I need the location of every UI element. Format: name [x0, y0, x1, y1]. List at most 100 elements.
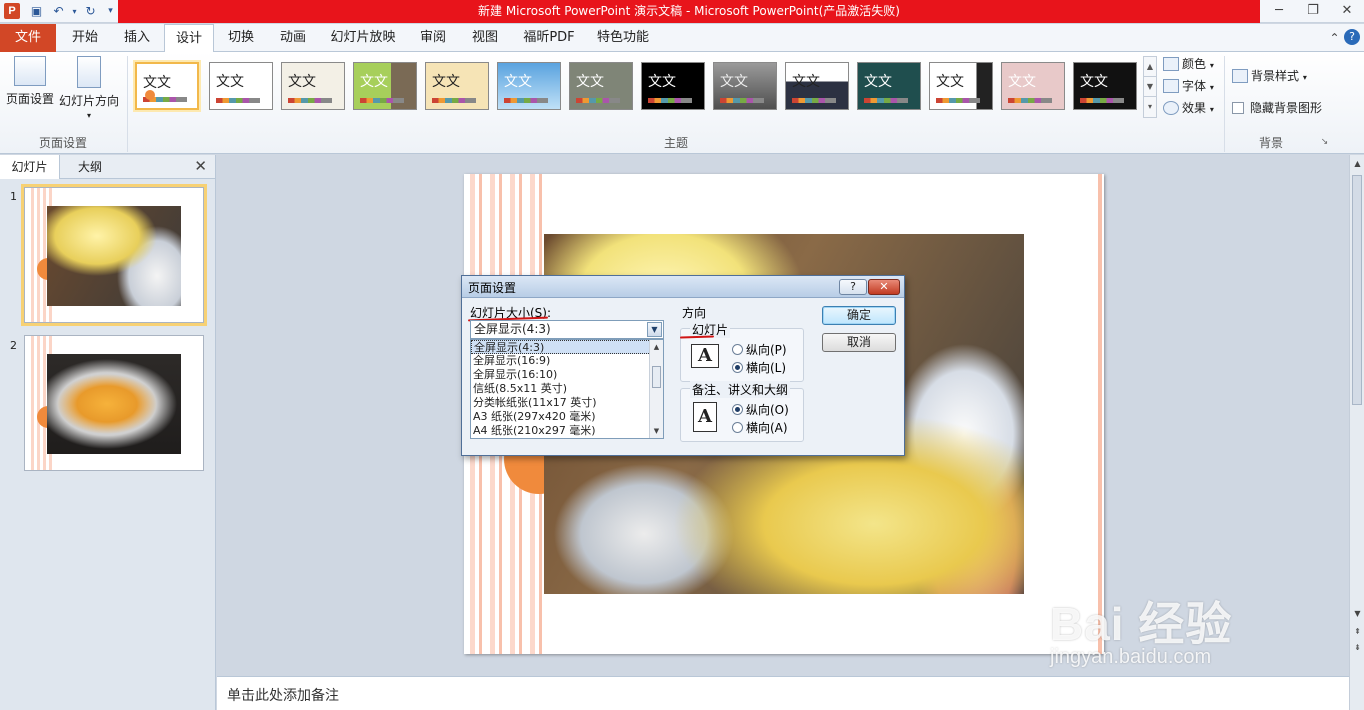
notes-pane[interactable]: 单击此处添加备注	[217, 676, 1349, 710]
size-option[interactable]: A4 纸张(210x297 毫米)	[471, 424, 663, 438]
theme-9[interactable]: 文文	[713, 62, 777, 110]
save-icon[interactable]: ▣	[28, 3, 45, 20]
scroll-up-icon[interactable]: ▲	[1350, 157, 1364, 171]
radio-selected-icon	[732, 362, 743, 373]
gallery-down-icon[interactable]: ▼	[1144, 77, 1156, 97]
baidu-watermark: Bai 经验 jingyan.baidu.com	[1030, 570, 1350, 680]
close-icon[interactable]: ✕	[1332, 1, 1362, 21]
tab-review[interactable]: 审阅	[410, 24, 456, 52]
collapse-ribbon-icon[interactable]: ⌃	[1326, 30, 1343, 47]
scrollbar-thumb[interactable]	[1352, 175, 1362, 405]
help-icon[interactable]: ?	[1344, 29, 1360, 45]
colors-button[interactable]: 颜色 ▾	[1163, 54, 1214, 74]
chevron-down-icon: ▾	[86, 111, 91, 120]
theme-10[interactable]: 文文	[785, 62, 849, 110]
theme-11[interactable]: 文文	[857, 62, 921, 110]
page-setup-button[interactable]: 页面设置	[4, 56, 56, 107]
theme-6[interactable]: 文文	[497, 62, 561, 110]
chevron-down-icon[interactable]: ▼	[647, 322, 662, 337]
scroll-down-icon[interactable]: ▼	[650, 424, 663, 438]
radio-icon	[732, 422, 743, 433]
slide-orientation-button[interactable]: 幻灯片方向 ▾	[58, 56, 120, 120]
slide-number: 2	[10, 339, 17, 352]
ok-button[interactable]: 确定	[822, 306, 896, 325]
undo-dropdown-icon[interactable]: ▾	[66, 3, 83, 20]
tab-animations[interactable]: 动画	[270, 24, 316, 52]
tab-design[interactable]: 设计	[164, 24, 214, 53]
size-option[interactable]: 信纸(8.5x11 英寸)	[471, 382, 663, 396]
radio-icon	[732, 344, 743, 355]
tab-transitions[interactable]: 切换	[218, 24, 264, 52]
colors-icon	[1163, 57, 1179, 71]
minimize-icon[interactable]: ─	[1264, 1, 1294, 21]
scroll-up-icon[interactable]: ▲	[650, 340, 663, 354]
size-option[interactable]: 分类帐纸张(11x17 英寸)	[471, 396, 663, 410]
powerpoint-logo-icon[interactable]: P	[4, 3, 20, 19]
paint-bucket-icon	[1232, 69, 1248, 83]
theme-14[interactable]: 文文	[1073, 62, 1137, 110]
hide-background-graphics[interactable]: 隐藏背景图形	[1232, 98, 1322, 118]
next-slide-icon[interactable]: ⇟	[1350, 641, 1364, 655]
vertical-scrollbar[interactable]: ▲ ▼ ⇞ ⇟	[1349, 155, 1364, 710]
gallery-more-icon[interactable]: ▾	[1144, 97, 1156, 117]
customize-quick-access-icon[interactable]: ▾	[102, 3, 119, 20]
slides-landscape-radio[interactable]: 横向(L)	[732, 359, 786, 376]
group-label-page-setup: 页面设置	[38, 136, 87, 150]
previous-slide-icon[interactable]: ⇞	[1350, 625, 1364, 639]
list-scrollbar-thumb[interactable]	[652, 366, 661, 388]
slides-portrait-radio[interactable]: 纵向(P)	[732, 341, 787, 358]
dialog-help-button[interactable]: ?	[839, 279, 867, 295]
background-dialog-launcher-icon[interactable]: ↘	[1316, 134, 1333, 151]
tab-special-features[interactable]: 特色功能	[590, 24, 656, 52]
tab-insert[interactable]: 插入	[114, 24, 160, 52]
slide-size-dropdown-list[interactable]: 全屏显示(4:3) 全屏显示(16:9) 全屏显示(16:10) 信纸(8.5x…	[470, 339, 664, 439]
theme-7[interactable]: 文文	[569, 62, 633, 110]
tab-home[interactable]: 开始	[62, 24, 108, 52]
size-option[interactable]: 全屏显示(4:3)	[471, 340, 663, 354]
size-option[interactable]: 全屏显示(16:9)	[471, 354, 663, 368]
theme-13[interactable]: 文文	[1001, 62, 1065, 110]
close-pane-icon[interactable]: ✕	[194, 157, 207, 175]
slide-photo	[47, 354, 181, 454]
theme-5[interactable]: 文文	[425, 62, 489, 110]
ribbon-design: 页面设置 幻灯片方向 ▾ 页面设置 文文 文文 文文 文文 文文 文文 文文 文…	[0, 52, 1364, 154]
background-styles-button[interactable]: 背景样式 ▾	[1232, 66, 1307, 86]
tab-foxit-pdf[interactable]: 福昕PDF	[516, 24, 582, 52]
tab-view[interactable]: 视图	[462, 24, 508, 52]
notes-landscape-radio[interactable]: 横向(A)	[732, 419, 788, 436]
gallery-up-icon[interactable]: ▲	[1144, 57, 1156, 77]
theme-office[interactable]: 文文	[135, 62, 199, 110]
restore-icon[interactable]: ❐	[1298, 1, 1328, 21]
fonts-button[interactable]: 字体 ▾	[1163, 76, 1214, 96]
tab-file[interactable]: 文件	[0, 24, 56, 52]
fonts-icon	[1163, 79, 1179, 93]
tab-outline[interactable]: 大纲	[60, 155, 120, 179]
theme-4[interactable]: 文文	[353, 62, 417, 110]
dialog-close-icon[interactable]: ✕	[868, 279, 900, 295]
notes-portrait-radio[interactable]: 纵向(O)	[732, 401, 789, 418]
slide-thumbnail-1[interactable]	[21, 184, 207, 326]
theme-3[interactable]: 文文	[281, 62, 345, 110]
theme-gallery-scroll[interactable]: ▲ ▼ ▾	[1143, 56, 1157, 118]
size-option[interactable]: 全屏显示(16:10)	[471, 368, 663, 382]
slides-pane: 幻灯片 大纲 ✕ 1 2	[0, 155, 216, 710]
scroll-down-icon[interactable]: ▼	[1350, 607, 1364, 621]
tab-slides[interactable]: 幻灯片	[0, 155, 60, 179]
theme-8[interactable]: 文文	[641, 62, 705, 110]
notes-placeholder: 单击此处添加备注	[227, 688, 339, 704]
hide-background-checkbox[interactable]	[1232, 102, 1244, 114]
effects-button[interactable]: 效果 ▾	[1163, 98, 1214, 118]
list-scrollbar[interactable]: ▲ ▼	[649, 340, 663, 438]
notes-orientation-label: 备注、讲义和大纲	[690, 381, 791, 398]
slide-thumbnail-2[interactable]	[24, 335, 204, 471]
undo-icon[interactable]: ↶	[50, 3, 67, 20]
size-option[interactable]: A3 纸张(297x420 毫米)	[471, 410, 663, 424]
theme-2[interactable]: 文文	[209, 62, 273, 110]
portrait-a-icon: A	[693, 402, 717, 432]
radio-selected-icon	[732, 404, 743, 415]
redo-icon[interactable]: ↻	[82, 3, 99, 20]
theme-12[interactable]: 文文	[929, 62, 993, 110]
cancel-button[interactable]: 取消	[822, 333, 896, 352]
tab-slideshow[interactable]: 幻灯片放映	[324, 24, 402, 52]
slide-size-select[interactable]: 全屏显示(4:3) ▼	[470, 320, 664, 339]
